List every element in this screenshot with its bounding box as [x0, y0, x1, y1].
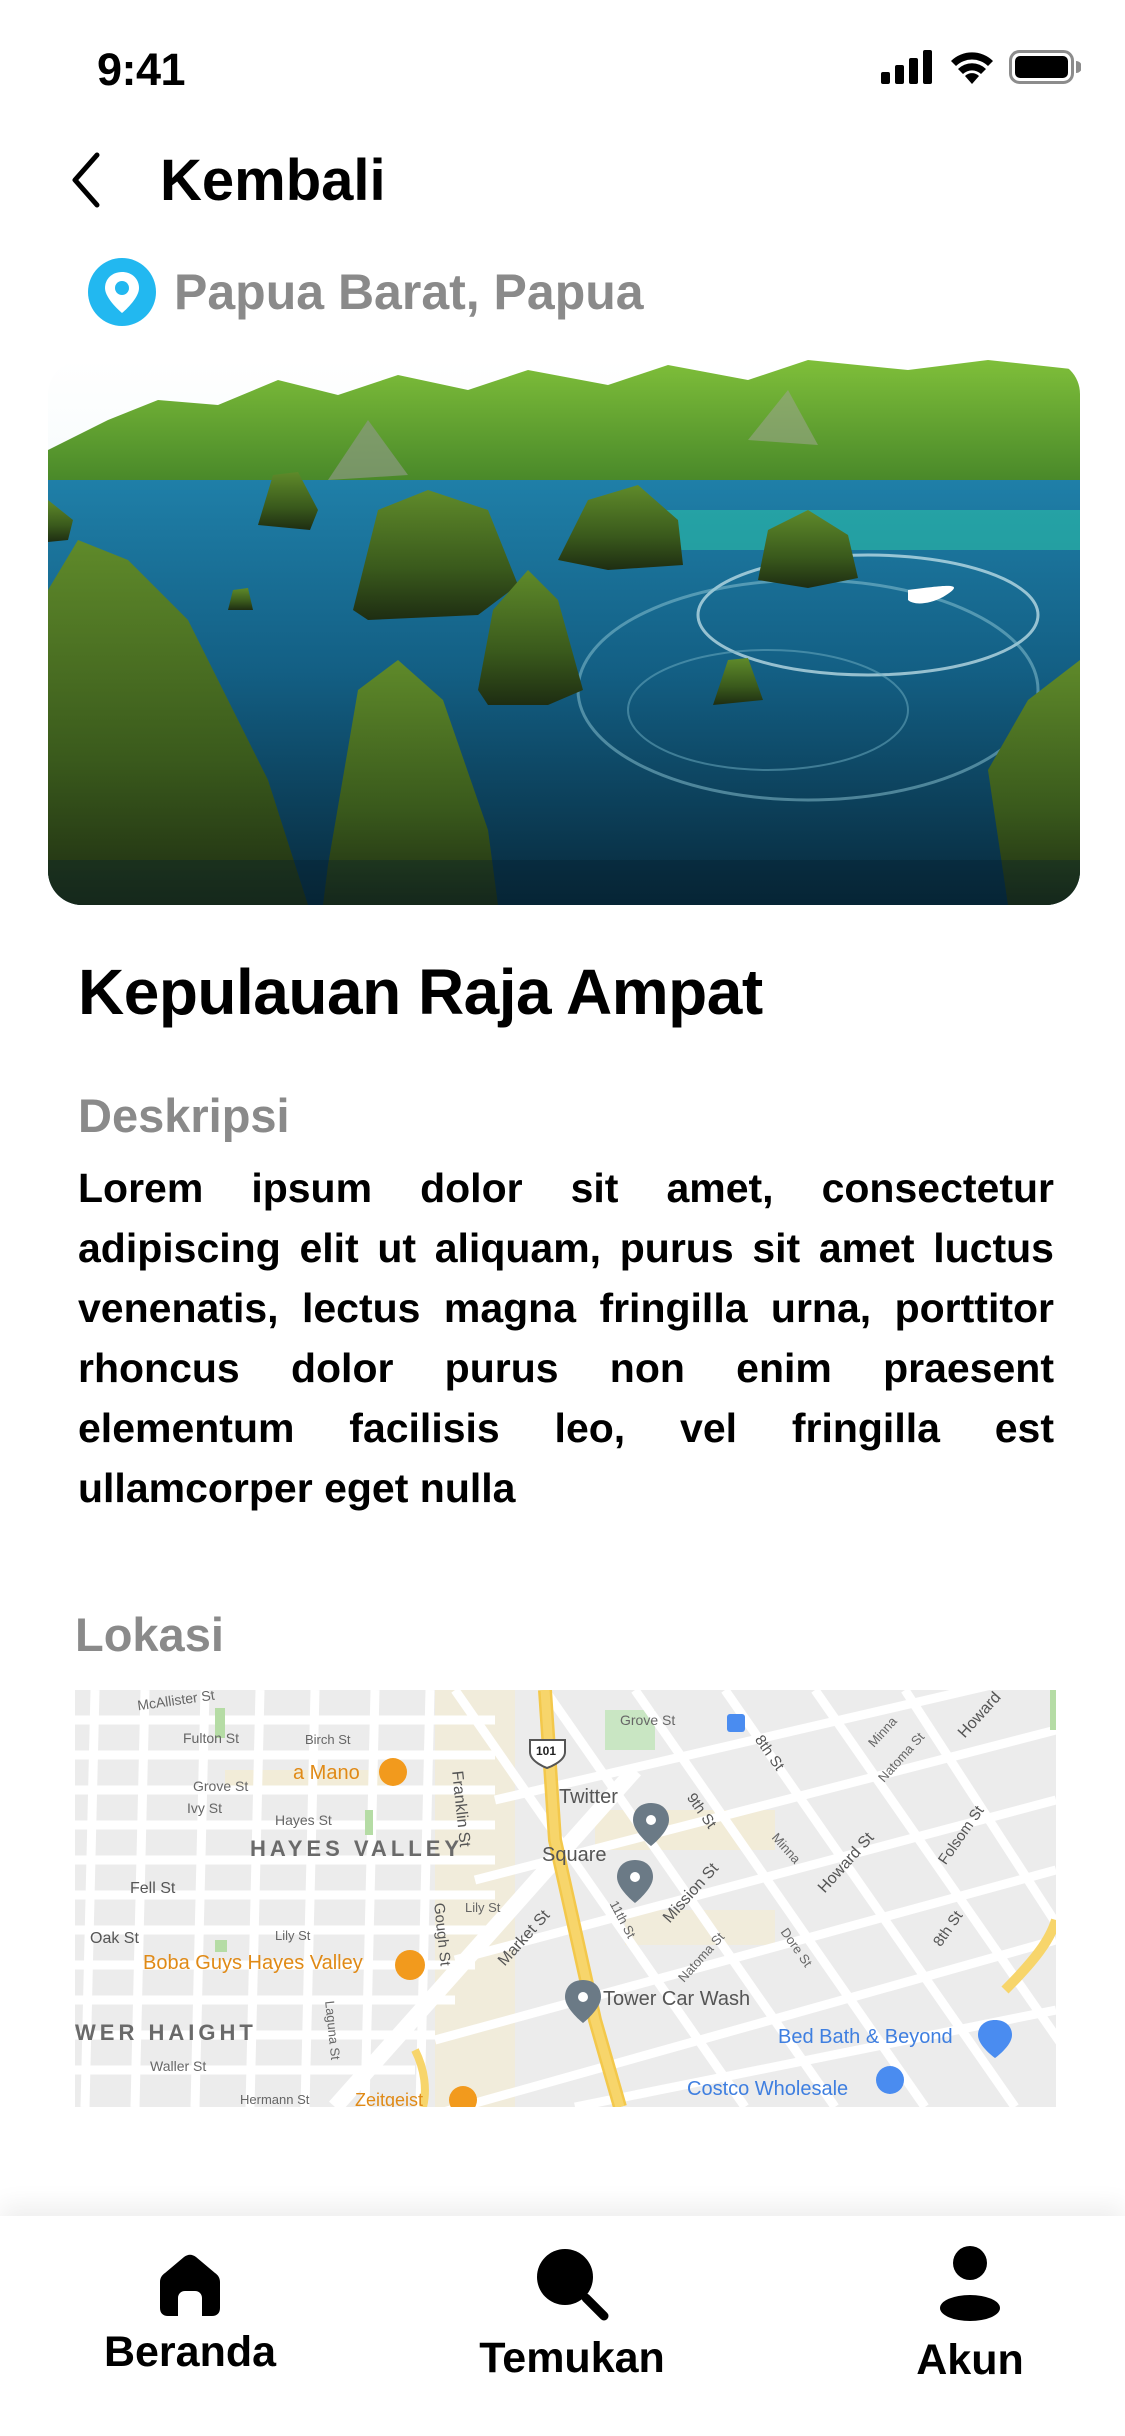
location-row: Papua Barat, Papua [88, 258, 644, 326]
home-icon [160, 2254, 220, 2316]
status-icons [881, 50, 1081, 84]
chevron-left-icon [60, 140, 110, 220]
map-label-waller: Waller St [150, 2058, 207, 2074]
status-time: 9:41 [97, 44, 186, 95]
nav-label-account: Akun [916, 2336, 1024, 2384]
map-poi-costco: Costco Wholesale [687, 2078, 849, 2100]
location-label: Papua Barat, Papua [174, 264, 644, 320]
map-label-lower-haight: WER HAIGHT [75, 2020, 257, 2045]
map-label-lily: Lily St [275, 1928, 311, 1943]
account-icon [940, 2246, 1000, 2321]
map-label-fulton: Fulton St [183, 1730, 240, 1746]
map-label-hayes-valley: HAYES VALLEY [250, 1836, 464, 1861]
map-label-ivy: Ivy St [187, 1800, 223, 1816]
back-button[interactable]: Kembali [60, 140, 386, 220]
search-icon [537, 2249, 609, 2321]
map-label-grove: Grove St [193, 1778, 249, 1794]
map-label-hayes: Hayes St [275, 1812, 332, 1828]
description-heading: Deskripsi [78, 1089, 290, 1142]
nav-label-home: Beranda [103, 2328, 277, 2376]
map-poi-a-mano: a Mano [293, 1762, 360, 1784]
map-poi-twitter: Twitter [559, 1786, 618, 1808]
status-bar: 9:41 [0, 0, 1125, 140]
map-label-birch: Birch St [305, 1732, 351, 1747]
nav-item-home[interactable]: Beranda [100, 2248, 280, 2377]
bottom-navigation: Beranda Temukan Akun [0, 2216, 1125, 2436]
cellular-signal-icon [881, 50, 932, 84]
map-poi-square: Square [542, 1844, 607, 1866]
map-label-lily-2: Lily St [465, 1900, 501, 1915]
location-heading: Lokasi [75, 1608, 224, 1661]
wifi-icon [951, 52, 993, 84]
map-poi-bed-bath-beyond: Bed Bath & Beyond [778, 2026, 953, 2048]
map-label-hermann: Hermann St [240, 2092, 310, 2107]
map-poi-tower-car-wash: Tower Car Wash [603, 1988, 751, 2010]
hero-image [48, 360, 1080, 905]
nav-label-search: Temukan [479, 2334, 665, 2382]
map-label-fell: Fell St [130, 1880, 176, 1897]
nav-item-search[interactable]: Temukan [472, 2246, 672, 2383]
map-label-oak: Oak St [90, 1930, 139, 1947]
place-title: Kepulauan Raja Ampat [78, 956, 763, 1028]
map-poi-zeitgeist: Zeitgeist [355, 2090, 424, 2107]
location-map[interactable]: McAllister St Fulton St Grove St Grove S… [75, 1690, 1056, 2107]
map-poi-boba-guys: Boba Guys Hayes Valley [143, 1952, 363, 1974]
map-label-route-101: 101 [536, 1744, 557, 1758]
location-pin-icon [88, 258, 156, 326]
battery-icon [1009, 50, 1081, 84]
map-label-grove-2: Grove St [620, 1712, 676, 1728]
description-text: Lorem ipsum dolor sit amet, consectetur … [78, 1165, 1054, 1511]
back-label: Kembali [160, 147, 386, 213]
nav-item-account[interactable]: Akun [880, 2244, 1060, 2385]
